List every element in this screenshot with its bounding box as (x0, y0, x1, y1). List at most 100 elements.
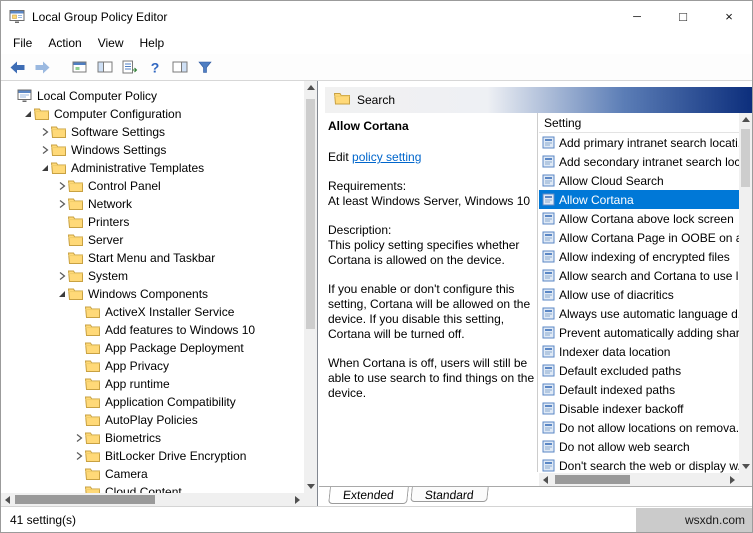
tree-item[interactable]: Biometrics (1, 429, 304, 447)
tree-item-label: Software Settings (71, 125, 166, 139)
tree-item[interactable]: Software Settings (1, 123, 304, 141)
tree-horizontal-scrollbar[interactable] (1, 493, 304, 506)
requirements-text: At least Windows Server, Windows 10 (328, 194, 531, 208)
tree-item[interactable]: Windows Settings (1, 141, 304, 159)
scrollbar-thumb[interactable] (741, 129, 750, 187)
tree-item[interactable]: App Privacy (1, 357, 304, 375)
tree-item[interactable]: ActiveX Installer Service (1, 303, 304, 321)
scroll-right-icon[interactable] (726, 473, 739, 486)
tree-item[interactable]: Administrative Templates (1, 159, 304, 177)
setting-row[interactable]: Allow use of diacritics (539, 285, 739, 304)
policy-setting-link[interactable]: policy setting (352, 150, 421, 164)
tree-item[interactable]: Application Compatibility (1, 393, 304, 411)
policy-icon (542, 174, 559, 187)
expander-collapsed-icon[interactable] (56, 181, 68, 191)
setting-label: Allow Cortana (559, 192, 634, 207)
menu-help[interactable]: Help (132, 33, 173, 53)
tree-item-label: Computer Configuration (54, 107, 182, 121)
list-vertical-scrollbar[interactable] (739, 113, 752, 473)
back-button[interactable] (5, 56, 30, 79)
setting-row[interactable]: Indexer data location (539, 342, 739, 361)
show-console-tree-button[interactable] (92, 56, 117, 79)
setting-row[interactable]: Prevent automatically adding shar... (539, 323, 739, 342)
list-horizontal-scrollbar[interactable] (539, 473, 739, 486)
expander-collapsed-icon[interactable] (73, 433, 85, 443)
expander-expanded-icon[interactable] (39, 163, 51, 173)
tree-item[interactable]: Windows Components (1, 285, 304, 303)
show-action-pane-button[interactable] (167, 56, 192, 79)
setting-row[interactable]: Add primary intranet search locati... (539, 133, 739, 152)
menu-view[interactable]: View (90, 33, 132, 53)
minimize-button[interactable]: ─ (614, 1, 660, 32)
tree-item[interactable]: Network (1, 195, 304, 213)
title-bar[interactable]: Local Group Policy Editor ─ □ × (1, 1, 752, 32)
expander-expanded-icon[interactable] (22, 109, 34, 119)
setting-row[interactable]: Allow Cortana above lock screen (539, 209, 739, 228)
scroll-right-icon[interactable] (291, 493, 304, 506)
tab-extended[interactable]: Extended (328, 487, 409, 504)
scroll-left-icon[interactable] (1, 493, 14, 506)
close-button[interactable]: × (706, 1, 752, 32)
menu-action[interactable]: Action (40, 33, 89, 53)
setting-row[interactable]: Do not allow web search (539, 437, 739, 456)
help-button[interactable]: ? (142, 56, 167, 79)
scroll-up-icon[interactable] (304, 81, 317, 94)
setting-row[interactable]: Allow Cortana Page in OOBE on a... (539, 228, 739, 247)
tree-item[interactable]: Server (1, 231, 304, 249)
tree-item-label: App runtime (105, 377, 170, 391)
setting-row[interactable]: Default excluded paths (539, 361, 739, 380)
scrollbar-thumb[interactable] (15, 495, 155, 504)
scrollbar-thumb[interactable] (306, 99, 315, 329)
expander-collapsed-icon[interactable] (39, 127, 51, 137)
policy-icon (542, 402, 559, 415)
setting-label: Add secondary intranet search loc... (559, 154, 739, 169)
tree-item-label: Windows Settings (71, 143, 167, 157)
tree-item[interactable]: Computer Configuration (1, 105, 304, 123)
setting-column-header[interactable]: Setting (539, 113, 739, 133)
scrollbar-thumb[interactable] (555, 475, 630, 484)
setting-row[interactable]: Add secondary intranet search loc... (539, 152, 739, 171)
maximize-button[interactable]: □ (660, 1, 706, 32)
tree-item[interactable]: Local Computer Policy (1, 87, 304, 105)
tree-item[interactable]: Start Menu and Taskbar (1, 249, 304, 267)
expander-collapsed-icon[interactable] (39, 145, 51, 155)
tab-standard[interactable]: Standard (409, 487, 489, 502)
scroll-down-icon[interactable] (739, 460, 752, 473)
tree-item[interactable]: Control Panel (1, 177, 304, 195)
menu-file[interactable]: File (5, 33, 40, 53)
up-one-level-button[interactable] (67, 56, 92, 79)
requirements-label: Requirements: (328, 179, 407, 193)
setting-row[interactable]: Do not allow locations on remova... (539, 418, 739, 437)
setting-row[interactable]: Always use automatic language d... (539, 304, 739, 323)
setting-row[interactable]: Disable indexer backoff (539, 399, 739, 418)
export-list-button[interactable] (117, 56, 142, 79)
tree-item[interactable]: BitLocker Drive Encryption (1, 447, 304, 465)
forward-button[interactable] (30, 56, 55, 79)
tree-item[interactable]: Camera (1, 465, 304, 483)
tree-item[interactable]: Cloud Content (1, 483, 304, 493)
setting-row[interactable]: Allow indexing of encrypted files (539, 247, 739, 266)
filter-button[interactable] (192, 56, 217, 79)
tree-item-label: Network (88, 197, 133, 211)
tree-item[interactable]: Printers (1, 213, 304, 231)
expander-collapsed-icon[interactable] (56, 271, 68, 281)
setting-label: Allow use of diacritics (559, 287, 674, 302)
tree-item[interactable]: System (1, 267, 304, 285)
setting-row[interactable]: Allow Cortana (539, 190, 739, 209)
settings-list: Add primary intranet search locati... Add… (539, 133, 739, 473)
scroll-up-icon[interactable] (739, 113, 752, 126)
scroll-down-icon[interactable] (304, 480, 317, 493)
setting-row[interactable]: Allow Cloud Search (539, 171, 739, 190)
tree-item[interactable]: App Package Deployment (1, 339, 304, 357)
tree-item[interactable]: Add features to Windows 10 (1, 321, 304, 339)
tree-vertical-scrollbar[interactable] (304, 81, 317, 493)
scroll-left-icon[interactable] (539, 473, 552, 486)
tree-item[interactable]: App runtime (1, 375, 304, 393)
tree-item[interactable]: AutoPlay Policies (1, 411, 304, 429)
setting-row[interactable]: Default indexed paths (539, 380, 739, 399)
setting-row[interactable]: Don't search the web or display w... (539, 456, 739, 473)
setting-row[interactable]: Allow search and Cortana to use l... (539, 266, 739, 285)
expander-collapsed-icon[interactable] (56, 199, 68, 209)
expander-collapsed-icon[interactable] (73, 451, 85, 461)
expander-expanded-icon[interactable] (56, 289, 68, 299)
